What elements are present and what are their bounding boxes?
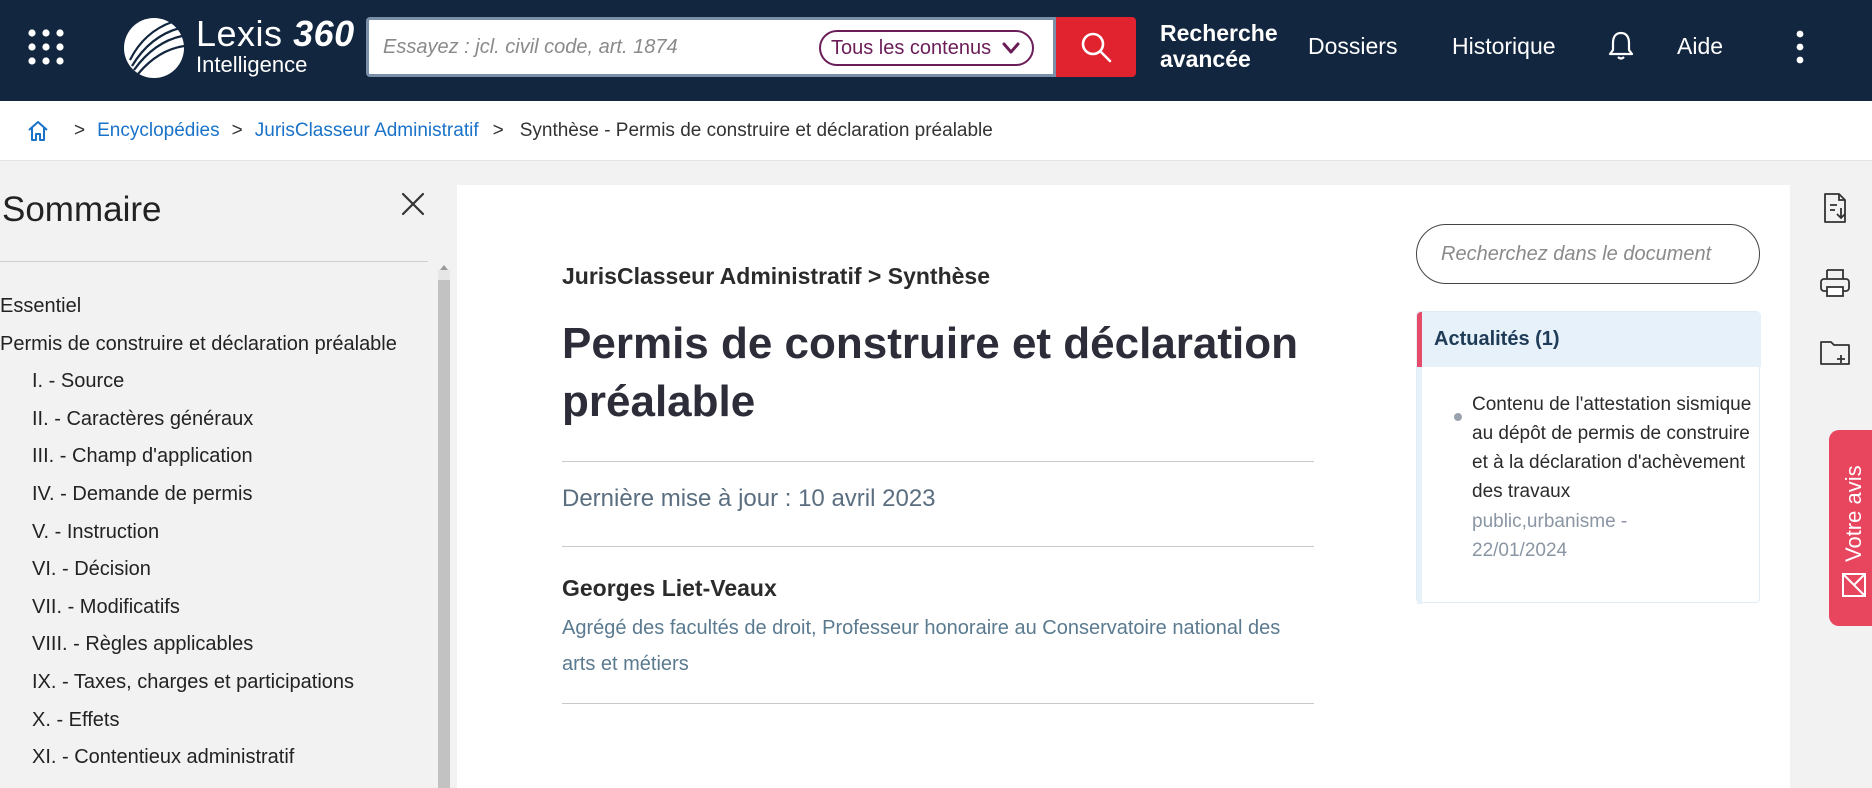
logo-mark-icon bbox=[124, 18, 185, 78]
bell-icon[interactable] bbox=[1607, 30, 1635, 62]
chevron-down-icon bbox=[1002, 42, 1020, 54]
feedback-tab[interactable]: Votre avis bbox=[1829, 430, 1872, 626]
search-icon bbox=[1081, 32, 1112, 63]
toc-item[interactable]: IV. - Demande de permis bbox=[0, 476, 430, 514]
search-input[interactable] bbox=[383, 28, 803, 66]
logo-text: Lexis 360 Intelligence bbox=[196, 16, 355, 76]
document-kicker: JurisClasseur Administratif > Synthèse bbox=[562, 263, 990, 289]
toc-item[interactable]: I. - Source bbox=[0, 363, 430, 401]
news-title: Actualités (1) bbox=[1434, 328, 1560, 350]
breadcrumb-jurisclasseur[interactable]: JurisClasseur Administratif bbox=[255, 120, 479, 142]
logo-brand-number: 360 bbox=[293, 13, 355, 54]
print-icon[interactable] bbox=[1818, 266, 1852, 300]
divider bbox=[562, 703, 1314, 704]
document-author: Georges Liet-Veaux bbox=[562, 575, 777, 601]
toc-item[interactable]: IX. - Taxes, charges et participations bbox=[0, 664, 430, 702]
breadcrumb-bar: > Encyclopédies > JurisClasseur Administ… bbox=[0, 101, 1872, 161]
document-panel: JurisClasseur Administratif > Synthèse P… bbox=[457, 185, 1790, 788]
news-body: Contenu de l'attestation sismique au dép… bbox=[1417, 367, 1761, 604]
scope-select[interactable]: Tous les contenus bbox=[819, 30, 1034, 66]
toc-item[interactable]: VIII. - Règles applicables bbox=[0, 626, 430, 664]
home-icon[interactable] bbox=[26, 119, 50, 143]
toc-item[interactable]: XI. - Contentieux administratif bbox=[0, 739, 430, 777]
breadcrumb-separator: > bbox=[231, 120, 243, 141]
toc-item[interactable]: III. - Champ d'application bbox=[0, 438, 430, 476]
document-title: Permis de construire et déclaration préa… bbox=[562, 319, 1299, 426]
document-download-icon[interactable] bbox=[1818, 191, 1852, 225]
divider bbox=[562, 546, 1314, 547]
toc-item[interactable]: VII. - Modificatifs bbox=[0, 589, 430, 627]
toc-item[interactable]: VI. - Décision bbox=[0, 551, 430, 589]
breadcrumb-separator: > bbox=[492, 120, 504, 141]
document-updated-date: Dernière mise à jour : 10 avril 2023 bbox=[562, 485, 936, 512]
divider bbox=[562, 461, 1314, 462]
add-to-folder-icon[interactable] bbox=[1818, 335, 1852, 369]
toc-item[interactable]: II. - Caractères généraux bbox=[0, 401, 430, 439]
news-panel: Actualités (1) Contenu de l'attestation … bbox=[1416, 311, 1761, 604]
scope-select-label: Tous les contenus bbox=[831, 37, 992, 59]
news-header[interactable]: Actualités (1) bbox=[1417, 312, 1761, 367]
breadcrumb-separator: > bbox=[74, 120, 86, 141]
toc-item[interactable]: Permis de construire et déclaration préa… bbox=[0, 326, 430, 364]
sidebar-divider bbox=[0, 261, 428, 262]
breadcrumb-encyclopedies[interactable]: Encyclopédies bbox=[97, 120, 220, 142]
table-of-contents: Essentiel Permis de construire et déclar… bbox=[0, 288, 430, 777]
toc-item[interactable]: X. - Effets bbox=[0, 702, 430, 740]
sidebar-title: Sommaire bbox=[2, 190, 162, 229]
nav-aide[interactable]: Aide bbox=[1677, 33, 1723, 60]
nav-dossiers[interactable]: Dossiers bbox=[1308, 33, 1397, 60]
document-search-input[interactable] bbox=[1441, 239, 1741, 269]
feedback-label: Votre avis bbox=[1841, 465, 1866, 562]
toc-item[interactable]: Essentiel bbox=[0, 288, 430, 326]
bullet-icon bbox=[1454, 413, 1462, 421]
close-icon[interactable] bbox=[400, 191, 426, 217]
breadcrumb: > Encyclopédies > JurisClasseur Administ… bbox=[26, 119, 993, 143]
summary-sidebar: Sommaire Essentiel Permis de construire … bbox=[0, 185, 450, 788]
nav-advanced-search[interactable]: Recherche avancée bbox=[1160, 20, 1280, 72]
document-author-description: Agrégé des facultés de droit, Professeur… bbox=[562, 617, 1281, 675]
top-bar: Lexis 360 Intelligence Tous les contenus… bbox=[0, 0, 1872, 101]
scrollbar-thumb[interactable] bbox=[438, 280, 450, 788]
search-button[interactable] bbox=[1056, 17, 1136, 77]
logo-brand: Lexis bbox=[196, 13, 283, 54]
news-item-link[interactable]: Contenu de l'attestation sismique au dép… bbox=[1472, 390, 1752, 506]
logo-subtitle: Intelligence bbox=[196, 52, 308, 77]
breadcrumb-current: Synthèse - Permis de construire et décla… bbox=[519, 120, 993, 141]
nav-historique[interactable]: Historique bbox=[1452, 33, 1556, 60]
news-item-meta: public,urbanisme - 22/01/2024 bbox=[1472, 511, 1628, 561]
apps-grid-icon[interactable] bbox=[26, 27, 66, 67]
mail-icon bbox=[1842, 573, 1866, 597]
more-vertical-icon[interactable] bbox=[1790, 30, 1810, 64]
global-search: Tous les contenus bbox=[366, 17, 1056, 77]
nav-advanced-search-label: Recherche avancée bbox=[1160, 20, 1278, 72]
toc-item[interactable]: V. - Instruction bbox=[0, 514, 430, 552]
document-search bbox=[1416, 224, 1760, 284]
sidebar-scrollbar[interactable] bbox=[438, 270, 450, 788]
logo[interactable]: Lexis 360 Intelligence bbox=[122, 16, 362, 80]
